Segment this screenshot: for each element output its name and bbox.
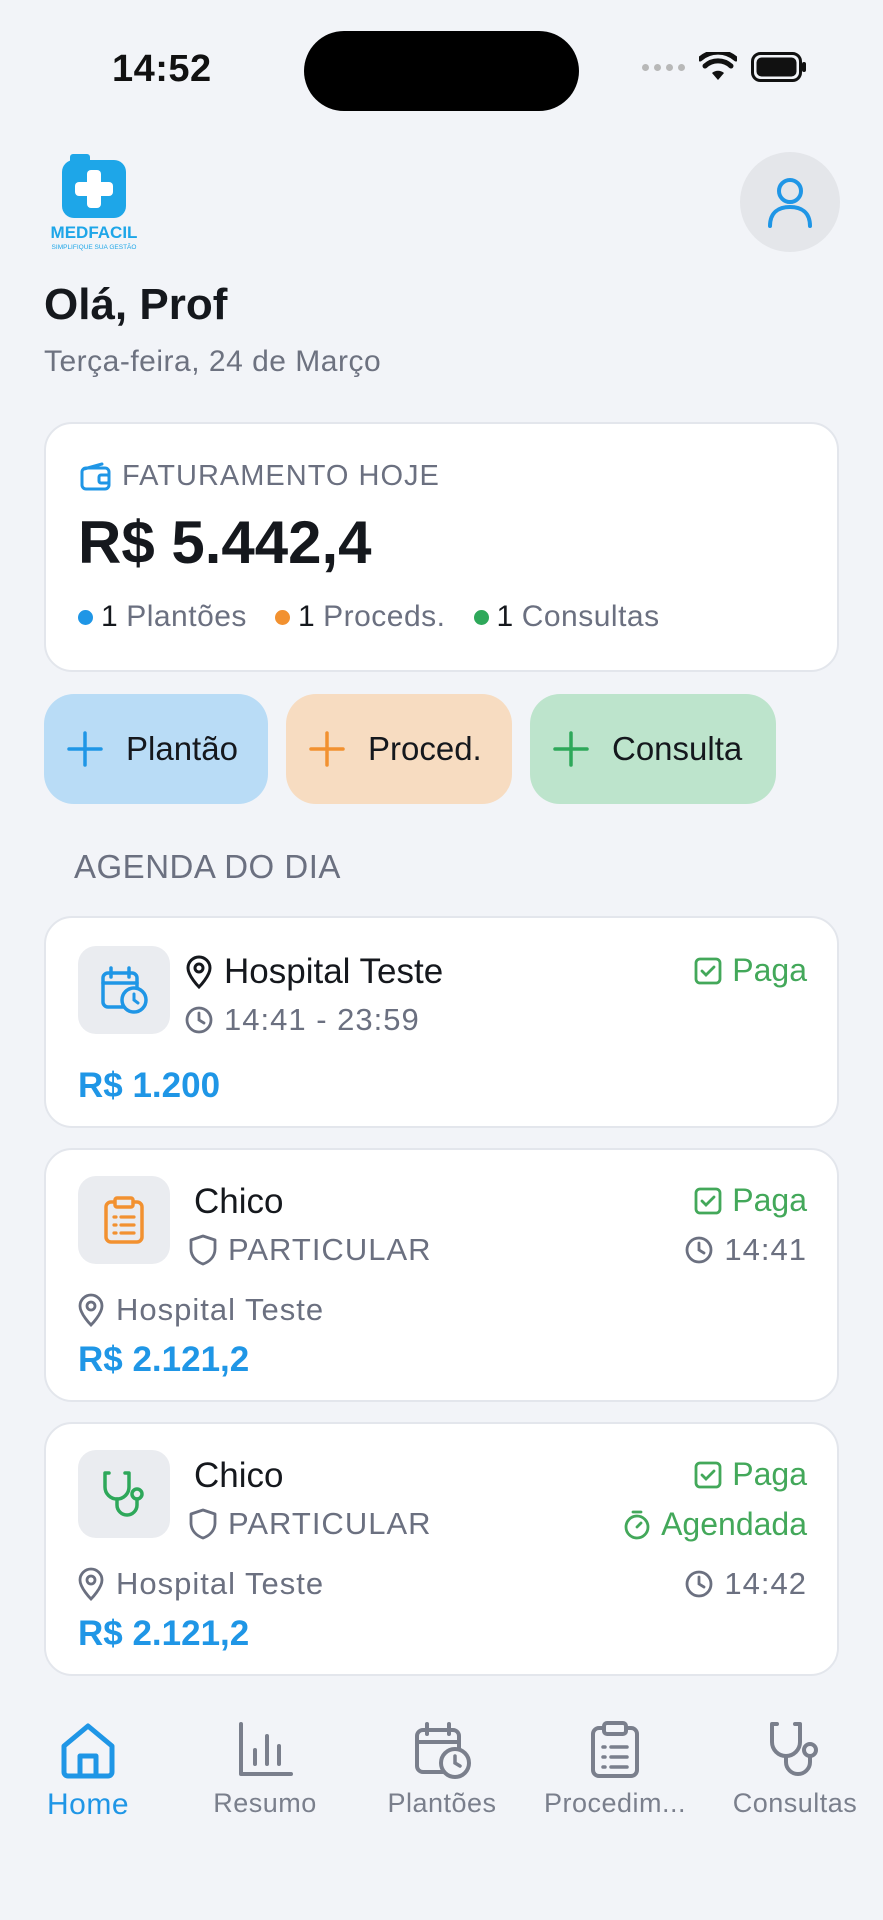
plantao-status: Paga [694,952,807,989]
procedimento-insurance-row: PARTICULAR [188,1232,432,1268]
add-consulta-button[interactable]: Consulta [530,694,776,804]
bar-chart-icon [239,1722,293,1776]
plantao-time-range: 14:41 - 23:59 [224,1002,420,1037]
consulta-location-row: Hospital Teste [76,1566,324,1602]
stat-consultas: 1 Consultas [473,600,660,634]
clock-icon [686,1570,713,1598]
stat-plantoes: 1 Plantões [78,600,247,634]
stethoscope-icon [770,1722,818,1776]
map-pin-icon [78,1293,104,1327]
revenue-card: FATURAMENTO HOJE R$ 5.442,4 1 Plantões 1… [44,422,839,672]
consultas-dot [473,609,489,625]
agenda-section-title: AGENDA DO DIA [74,848,341,885]
consulta-time-row: 14:42 [684,1566,807,1602]
plus-icon [67,731,103,767]
wifi-icon [699,52,737,80]
plus-icon [309,731,345,767]
plantao-title-row: Hospital Teste [184,952,443,992]
clock-icon [185,1006,213,1034]
battery-icon [751,52,806,82]
procedimento-location-row: Hospital Teste [76,1292,324,1328]
nav-consultas[interactable]: Consultas [710,1700,880,1819]
nav-resumo[interactable]: Resumo [180,1700,350,1819]
consulta-schedule-status: Agendada [623,1506,807,1543]
greeting: Olá, Prof [44,280,228,329]
calendar-clock-icon [78,946,170,1034]
map-pin-icon [78,1567,104,1601]
logo-tagline: SIMPLIFIQUE SUA GESTÃO [52,242,137,251]
revenue-stats: 1 Plantões 1 Proceds. 1 Consultas [78,600,660,634]
calendar-clock-icon [415,1722,471,1779]
procedimento-status: Paga [694,1182,807,1219]
add-procedimento-button[interactable]: Proced. [286,694,512,804]
plantoes-dot [78,609,93,625]
consulta-price: R$ 2.121,2 [78,1614,250,1653]
profile-button[interactable] [740,152,840,252]
stethoscope-icon [78,1450,170,1538]
status-icons [642,52,807,82]
clipboard-icon [591,1721,639,1778]
procedimento-price: R$ 2.121,2 [78,1340,250,1379]
clock-icon [686,1236,713,1264]
procedimento-time-row: 14:41 [684,1232,807,1268]
check-square-icon [694,957,722,984]
dynamic-island [304,31,579,111]
revenue-value: R$ 5.442,4 [78,509,372,576]
procedimento-patient: Chico [194,1182,284,1221]
signal-icon [642,63,685,71]
plantao-time-row: 14:41 - 23:59 [184,1002,420,1038]
plus-icon [553,731,589,767]
stat-procedimentos: 1 Proceds. [274,600,446,634]
nav-plantoes[interactable]: Plantões [357,1700,527,1819]
nav-home[interactable]: Home [3,1700,173,1822]
status-time: 14:52 [112,48,212,90]
bottom-nav: Home Resumo Plantões Procedim... Consult… [0,1700,883,1860]
consulta-status: Paga [694,1456,807,1493]
shield-icon [189,1234,217,1266]
check-square-icon [694,1461,722,1488]
home-icon [61,1723,115,1779]
nav-procedimentos[interactable]: Procedim... [530,1700,700,1819]
medfacil-logo: MEDFACIL SIMPLIFIQUE SUA GESTÃO [44,152,144,252]
map-pin-icon [186,955,212,989]
logo-text: MEDFACIL [51,223,138,242]
user-icon [768,178,812,228]
shield-icon [189,1508,217,1540]
agenda-item-procedimento[interactable]: Chico PARTICULAR Paga 14:41 Hospital Tes… [44,1148,839,1402]
plantao-price: R$ 1.200 [78,1066,221,1105]
check-square-icon [694,1187,722,1214]
consulta-insurance-row: PARTICULAR [188,1506,432,1542]
clipboard-icon [78,1176,170,1264]
status-bar: 14:52 [0,0,883,140]
add-plantao-button[interactable]: Plantão [44,694,268,804]
wallet-icon [80,462,111,490]
agenda-item-plantao[interactable]: Hospital Teste 14:41 - 23:59 Paga R$ 1.2… [44,916,839,1128]
procedimentos-dot [274,609,290,625]
current-date: Terça-feira, 24 de Março [44,345,382,378]
consulta-patient: Chico [194,1456,284,1495]
timer-icon [624,1510,650,1539]
plantao-location: Hospital Teste [224,952,444,991]
revenue-label: FATURAMENTO HOJE [80,460,440,493]
agenda-item-consulta[interactable]: Chico PARTICULAR Paga Agendada Hospital … [44,1422,839,1676]
